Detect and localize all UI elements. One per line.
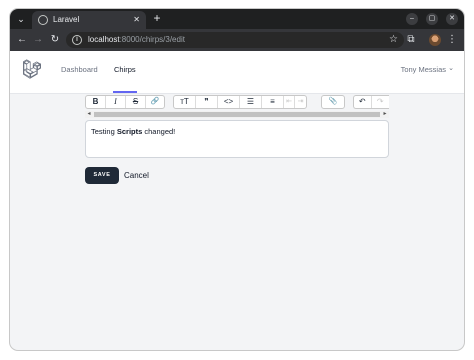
globe-icon (38, 15, 48, 25)
back-button[interactable]: ← (15, 33, 29, 47)
toolbar-horizontal-scrollbar[interactable]: ◂ ▸ (85, 111, 389, 118)
url-host: localhost (88, 35, 120, 44)
undo-button[interactable]: ↶ (354, 96, 372, 108)
new-tab-button[interactable]: + (150, 12, 164, 26)
file-tools: 📎 (321, 95, 345, 109)
heading-button[interactable]: тT (174, 96, 196, 108)
quote-button[interactable]: ❞ (196, 96, 218, 108)
profile-avatar[interactable] (429, 34, 441, 46)
chevron-down-icon[interactable]: ⌄ (448, 63, 454, 74)
maximize-button[interactable]: ▢ (426, 13, 438, 25)
bold-button[interactable]: B (86, 96, 106, 108)
save-button[interactable]: SAVE (85, 167, 119, 184)
bookmark-star-icon[interactable]: ☆ (389, 34, 398, 46)
url-path: :8000/chirps/3/edit (119, 35, 185, 44)
code-button[interactable]: <> (218, 96, 240, 108)
reload-button[interactable]: ↻ (48, 33, 62, 47)
editor-text-start: Testing (91, 127, 117, 136)
site-info-icon[interactable]: i (72, 35, 82, 45)
link-button[interactable]: 🔗 (146, 96, 164, 108)
app-navigation: Dashboard Chirps Tony Messias ⌄ (10, 51, 464, 94)
outdent-button[interactable]: ⇤ (284, 96, 295, 108)
browser-window: ⌄ Laravel ✕ + – ▢ ✕ ← → ↻ i localhost:80… (10, 9, 464, 350)
tab-strip: ⌄ Laravel ✕ + – ▢ ✕ (10, 9, 464, 29)
laravel-logo[interactable] (23, 59, 41, 79)
number-list-button[interactable]: ≡ (262, 96, 284, 108)
nav-link-chirps[interactable]: Chirps (113, 64, 137, 93)
address-bar[interactable]: i localhost:8000/chirps/3/edit ☆ (66, 32, 404, 48)
italic-button[interactable]: I (106, 96, 126, 108)
forward-button[interactable]: → (31, 33, 45, 47)
browser-tab[interactable]: Laravel ✕ (32, 11, 146, 29)
text-tools: B I S 🔗 (85, 95, 165, 109)
nav-link-dashboard[interactable]: Dashboard (61, 64, 98, 75)
close-window-button[interactable]: ✕ (446, 13, 458, 25)
strikethrough-button[interactable]: S (126, 96, 146, 108)
redo-button[interactable]: ↷ (372, 96, 389, 108)
block-tools: тT ❞ <> ☰ ≡ ⇤ ⇥ (173, 95, 307, 109)
editor-text-bold: Scripts (116, 127, 143, 136)
scroll-left-arrow-icon[interactable]: ◂ (85, 111, 93, 118)
browser-toolbar: ← → ↻ i localhost:8000/chirps/3/edit ☆ ⧉… (10, 29, 464, 51)
bullet-list-button[interactable]: ☰ (240, 96, 262, 108)
close-tab-icon[interactable]: ✕ (133, 14, 140, 25)
attach-files-button[interactable]: 📎 (322, 96, 344, 108)
extensions-icon[interactable]: ⧉ (404, 33, 418, 47)
minimize-button[interactable]: – (406, 13, 418, 25)
scroll-right-arrow-icon[interactable]: ▸ (381, 111, 389, 118)
tab-title: Laravel (53, 15, 80, 24)
editor-text-end: changed! (142, 127, 176, 136)
indent-button[interactable]: ⇥ (295, 96, 306, 108)
url-text: localhost:8000/chirps/3/edit (88, 35, 185, 45)
editor-toolbar: B I S 🔗 тT ❞ <> ☰ ≡ ⇤ ⇥ 📎 ↶ ↷ (85, 95, 389, 109)
message-editor[interactable]: Testing Scripts changed! (85, 120, 389, 158)
user-menu-button[interactable]: Tony Messias (401, 64, 446, 75)
tab-search-button[interactable]: ⌄ (14, 12, 28, 26)
scrollbar-thumb[interactable] (94, 112, 380, 117)
browser-menu-icon[interactable]: ⋮ (447, 33, 457, 47)
cancel-link[interactable]: Cancel (124, 170, 149, 181)
history-tools: ↶ ↷ (353, 95, 389, 109)
